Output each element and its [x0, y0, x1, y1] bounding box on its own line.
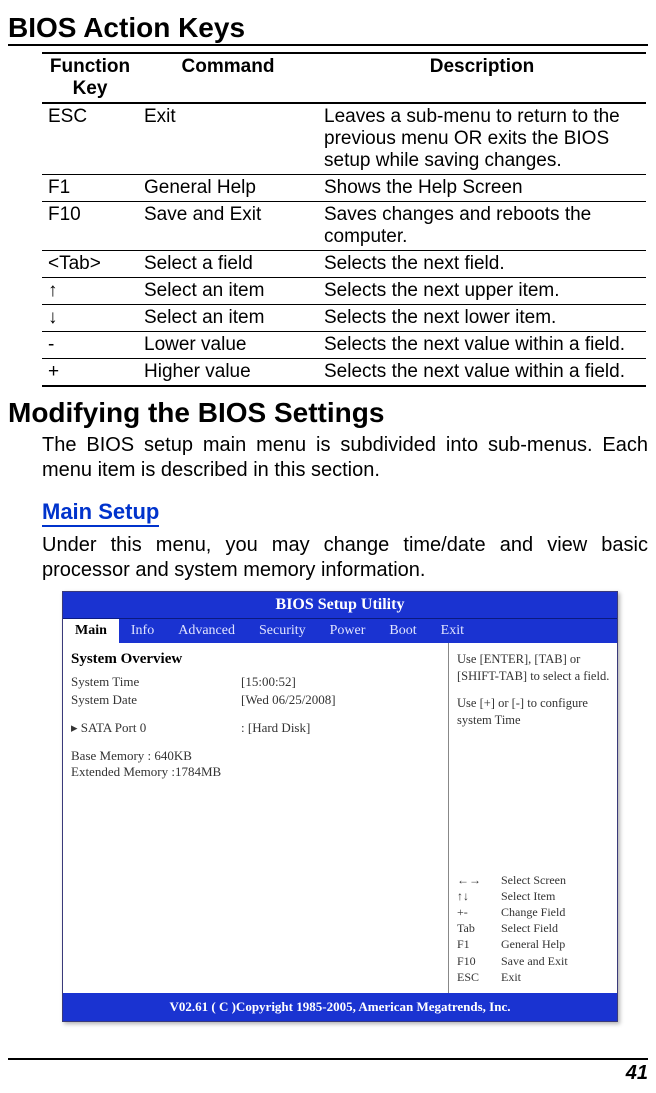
bios-date-label: System Date — [71, 692, 241, 708]
bios-help-row: +-Change Field — [457, 904, 611, 920]
table-header-row: Function Key Command Description — [42, 53, 646, 103]
bios-help-text-2: Use [+] or [-] to configure system Time — [457, 695, 611, 729]
cell-key: + — [42, 359, 138, 387]
bios-help-text-1: Use [ENTER], [TAB] or [SHIFT-TAB] to sel… — [457, 651, 611, 685]
table-row: +Higher valueSelects the next value with… — [42, 359, 646, 387]
bios-help-row: ↑↓Select Item — [457, 888, 611, 904]
bios-extended-memory: Extended Memory :1784MB — [71, 764, 440, 780]
para-modifying: The BIOS setup main menu is subdivided i… — [42, 433, 648, 483]
bios-help-desc: General Help — [501, 936, 565, 952]
bios-tab-power: Power — [318, 619, 378, 643]
th-command: Command — [138, 53, 318, 103]
bios-help-row: TabSelect Field — [457, 920, 611, 936]
bios-tab-info: Info — [119, 619, 166, 643]
cell-desc: Leaves a sub-menu to return to the previ… — [318, 103, 646, 175]
table-row: -Lower valueSelects the next value withi… — [42, 332, 646, 359]
bios-tab-boot: Boot — [377, 619, 428, 643]
bios-tab-exit: Exit — [429, 619, 476, 643]
cell-cmd: Select an item — [138, 278, 318, 305]
cell-key: F10 — [42, 202, 138, 251]
bios-help-desc: Select Field — [501, 920, 558, 936]
bios-help-key: Tab — [457, 920, 501, 936]
bios-help-key: F1 — [457, 936, 501, 952]
cell-key: F1 — [42, 175, 138, 202]
bios-help-desc: Select Screen — [501, 872, 566, 888]
cell-cmd: Higher value — [138, 359, 318, 387]
heading-main-setup: Main Setup — [42, 499, 159, 527]
bios-help-key: ↑↓ — [457, 888, 501, 904]
cell-key: ESC — [42, 103, 138, 175]
bios-left-pane: System Overview System Time [15:00:52] S… — [63, 643, 449, 993]
bios-menu-bar: MainInfoAdvancedSecurityPowerBootExit — [63, 619, 617, 643]
cell-key: <Tab> — [42, 251, 138, 278]
bios-help-desc: Change Field — [501, 904, 565, 920]
heading-bios-action-keys: BIOS Action Keys — [8, 12, 648, 46]
cell-desc: Selects the next value within a field. — [318, 332, 646, 359]
cell-desc: Selects the next upper item. — [318, 278, 646, 305]
cell-cmd: General Help — [138, 175, 318, 202]
action-keys-table: Function Key Command Description ESCExit… — [42, 52, 646, 387]
bios-overview-title: System Overview — [71, 651, 440, 668]
table-row: ↓Select an itemSelects the next lower it… — [42, 305, 646, 332]
cell-cmd: Select an item — [138, 305, 318, 332]
cell-key: ↓ — [42, 305, 138, 332]
table-row: F1General HelpShows the Help Screen — [42, 175, 646, 202]
page-number: 41 — [8, 1058, 648, 1085]
bios-help-key: ←→ — [457, 872, 501, 888]
bios-sata-label: ▸ SATA Port 0 — [71, 720, 241, 736]
cell-desc: Selects the next value within a field. — [318, 359, 646, 387]
para-main-setup: Under this menu, you may change time/dat… — [42, 533, 648, 583]
cell-key: - — [42, 332, 138, 359]
bios-base-memory: Base Memory : 640KB — [71, 748, 440, 764]
bios-help-key: ESC — [457, 969, 501, 985]
bios-footer: V02.61 ( C )Copyright 1985-2005, America… — [63, 993, 617, 1021]
bios-tab-security: Security — [247, 619, 318, 643]
table-row: ESCExitLeaves a sub-menu to return to th… — [42, 103, 646, 175]
bios-help-desc: Select Item — [501, 888, 555, 904]
table-row: F10Save and ExitSaves changes and reboot… — [42, 202, 646, 251]
heading-modifying-bios: Modifying the BIOS Settings — [8, 397, 648, 429]
cell-desc: Selects the next lower item. — [318, 305, 646, 332]
th-function-key: Function Key — [42, 53, 138, 103]
bios-sata-value: : [Hard Disk] — [241, 720, 310, 736]
bios-time-label: System Time — [71, 674, 241, 690]
cell-cmd: Select a field — [138, 251, 318, 278]
bios-help-row: F1General Help — [457, 936, 611, 952]
cell-desc: Selects the next field. — [318, 251, 646, 278]
bios-title-bar: BIOS Setup Utility — [63, 592, 617, 619]
bios-help-row: F10Save and Exit — [457, 953, 611, 969]
bios-right-pane: Use [ENTER], [TAB] or [SHIFT-TAB] to sel… — [449, 643, 617, 993]
cell-desc: Saves changes and reboots the computer. — [318, 202, 646, 251]
bios-help-key: F10 — [457, 953, 501, 969]
bios-help-desc: Save and Exit — [501, 953, 568, 969]
cell-key: ↑ — [42, 278, 138, 305]
th-description: Description — [318, 53, 646, 103]
bios-date-value: [Wed 06/25/2008] — [241, 692, 336, 708]
cell-cmd: Lower value — [138, 332, 318, 359]
bios-tab-main: Main — [63, 619, 119, 643]
bios-help-row: ←→Select Screen — [457, 872, 611, 888]
bios-screenshot: BIOS Setup Utility MainInfoAdvancedSecur… — [62, 591, 618, 1022]
bios-help-key: +- — [457, 904, 501, 920]
cell-cmd: Save and Exit — [138, 202, 318, 251]
table-row: <Tab>Select a fieldSelects the next fiel… — [42, 251, 646, 278]
bios-help-desc: Exit — [501, 969, 521, 985]
bios-time-value: [15:00:52] — [241, 674, 296, 690]
cell-desc: Shows the Help Screen — [318, 175, 646, 202]
table-row: ↑Select an itemSelects the next upper it… — [42, 278, 646, 305]
bios-help-row: ESCExit — [457, 969, 611, 985]
cell-cmd: Exit — [138, 103, 318, 175]
bios-tab-advanced: Advanced — [166, 619, 247, 643]
